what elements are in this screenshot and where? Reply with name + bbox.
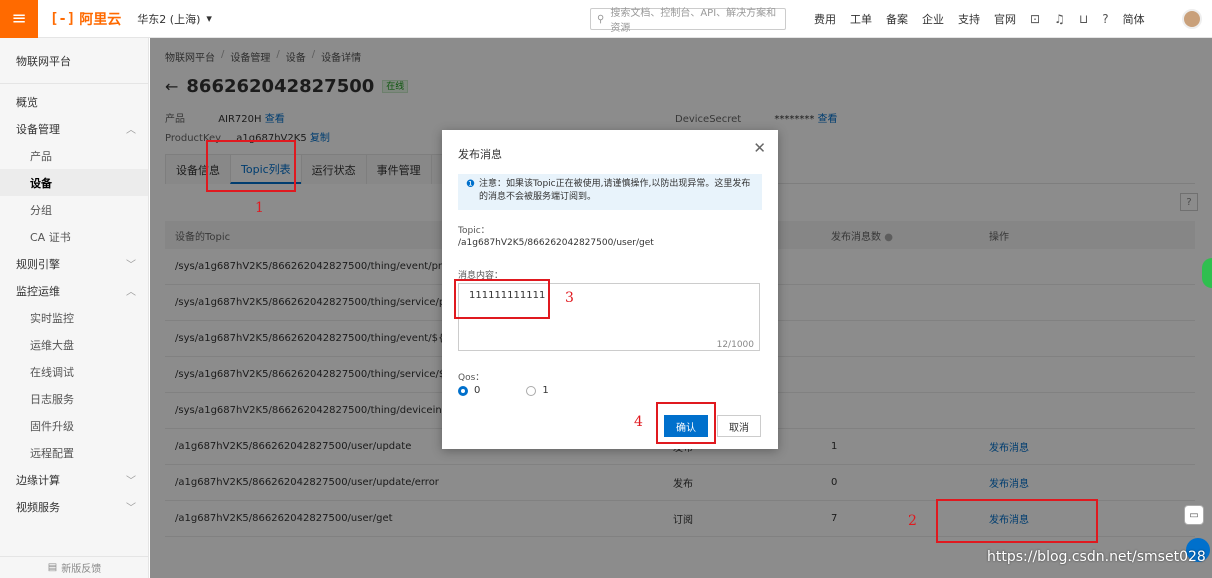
annotation-number-1: 1 — [255, 200, 264, 216]
aliyun-logo-icon: [-] — [50, 10, 76, 27]
nav-tickets[interactable]: 工单 — [850, 11, 872, 27]
sidebar-item[interactable]: 概览 — [0, 88, 148, 115]
annotation-box-3 — [454, 279, 550, 319]
nav-fees[interactable]: 费用 — [814, 11, 836, 27]
qos-radio-0[interactable]: 0 — [458, 385, 480, 396]
watermark: https://blog.csdn.net/smset028 — [987, 549, 1206, 565]
floating-widget[interactable] — [1202, 258, 1212, 288]
sidebar-item[interactable]: 设备 — [0, 169, 148, 196]
info-icon: ❶ — [466, 179, 475, 190]
region-selector[interactable]: 华东2 (上海) ▾ — [137, 11, 212, 27]
caret-down-icon: ▾ — [206, 12, 212, 25]
sidebar-item[interactable]: 运维大盘 — [0, 331, 148, 358]
radio-checked-icon — [458, 385, 468, 396]
sidebar-item[interactable]: 视频服务 ﹀ — [0, 493, 148, 520]
qos-label: Qos： — [458, 373, 485, 383]
radio-unchecked-icon — [526, 385, 537, 396]
feedback-button[interactable]: ▤ 新版反馈 — [0, 556, 149, 578]
sidebar-item[interactable]: 日志服务 — [0, 385, 148, 412]
menu-icon[interactable]: ≡ — [0, 0, 38, 38]
annotation-box-2 — [936, 499, 1098, 543]
logo[interactable]: [-] 阿里云 — [50, 9, 121, 29]
annotation-number-2: 2 — [908, 513, 917, 529]
sidebar-item[interactable]: 远程配置 — [0, 439, 148, 466]
sidebar-item[interactable]: 监控运维 ︿ — [0, 277, 148, 304]
nav-site[interactable]: 官网 — [994, 11, 1016, 27]
sidebar-item[interactable]: CA 证书 — [0, 223, 148, 250]
help-icon[interactable]: ? — [1102, 12, 1108, 26]
bell-icon[interactable]: ♫ — [1054, 12, 1065, 26]
sidebar-item[interactable]: 实时监控 — [0, 304, 148, 331]
chevron-up-icon: ︿ — [126, 125, 136, 136]
chevron-down-icon: ﹀ — [126, 260, 136, 271]
chevron-down-icon: ﹀ — [126, 503, 136, 514]
annotation-number-3: 3 — [565, 290, 574, 306]
sidebar-platform-title[interactable]: 物联网平台 — [0, 38, 148, 84]
sidebar-item[interactable]: 边缘计算 ﹀ — [0, 466, 148, 493]
topic-value: /a1g687hV2K5/866262042827500/user/get — [458, 238, 654, 248]
cancel-button[interactable]: 取消 — [717, 415, 761, 437]
avatar[interactable] — [1182, 9, 1202, 29]
dialog-title: 发布消息 — [458, 148, 502, 161]
nav-support[interactable]: 支持 — [958, 11, 980, 27]
annotation-box-4 — [656, 402, 716, 444]
chevron-down-icon: ﹀ — [126, 476, 136, 487]
sidebar-item[interactable]: 规则引擎 ﹀ — [0, 250, 148, 277]
top-nav: 费用 工单 备案 企业 支持 官网 ⊡ ♫ ⊔ ? 简体 — [814, 0, 1145, 38]
search-icon: ⚲ — [597, 13, 605, 25]
qos-radio-1[interactable]: 1 — [526, 385, 549, 396]
chevron-up-icon: ︿ — [126, 287, 136, 298]
sidebar-item[interactable]: 在线调试 — [0, 358, 148, 385]
sidebar-item[interactable]: 设备管理 ︿ — [0, 115, 148, 142]
top-bar: ≡ [-] 阿里云 华东2 (上海) ▾ ⚲ 搜索文档、控制台、API、解决方案… — [0, 0, 1212, 38]
feedback-icon: ▤ — [47, 562, 58, 573]
sidebar-item[interactable]: 固件升级 — [0, 412, 148, 439]
sidebar-item[interactable]: 分组 — [0, 196, 148, 223]
annotation-number-4: 4 — [634, 414, 643, 430]
char-counter: 12/1000 — [716, 340, 754, 350]
qos-radio-group: 0 1 — [458, 385, 549, 396]
topic-label: Topic： — [458, 226, 490, 236]
nav-enterprise[interactable]: 企业 — [922, 11, 944, 27]
search-input[interactable]: ⚲ 搜索文档、控制台、API、解决方案和资源 — [590, 8, 786, 34]
sidebar-item[interactable]: 产品 — [0, 142, 148, 169]
cart-icon[interactable]: ⊔ — [1079, 12, 1088, 26]
annotation-box-1 — [206, 140, 296, 192]
language-selector[interactable]: 简体 — [1123, 11, 1145, 27]
close-icon[interactable]: ✕ — [753, 139, 766, 157]
terminal-icon[interactable]: ⊡ — [1030, 12, 1040, 26]
sidebar: 物联网平台 概览 设备管理 ︿ 产品 设备 分组 CA 证书 规则引擎 ﹀ 监控运维 ︿ 实时监控 运维… — [0, 38, 149, 578]
nav-filing[interactable]: 备案 — [886, 11, 908, 27]
chat-icon[interactable]: ▭ — [1184, 505, 1204, 525]
notice-banner: ❶ 注意：如果该Topic正在被使用,请谨慎操作,以防出现异常。这里发布的消息不… — [458, 174, 762, 210]
